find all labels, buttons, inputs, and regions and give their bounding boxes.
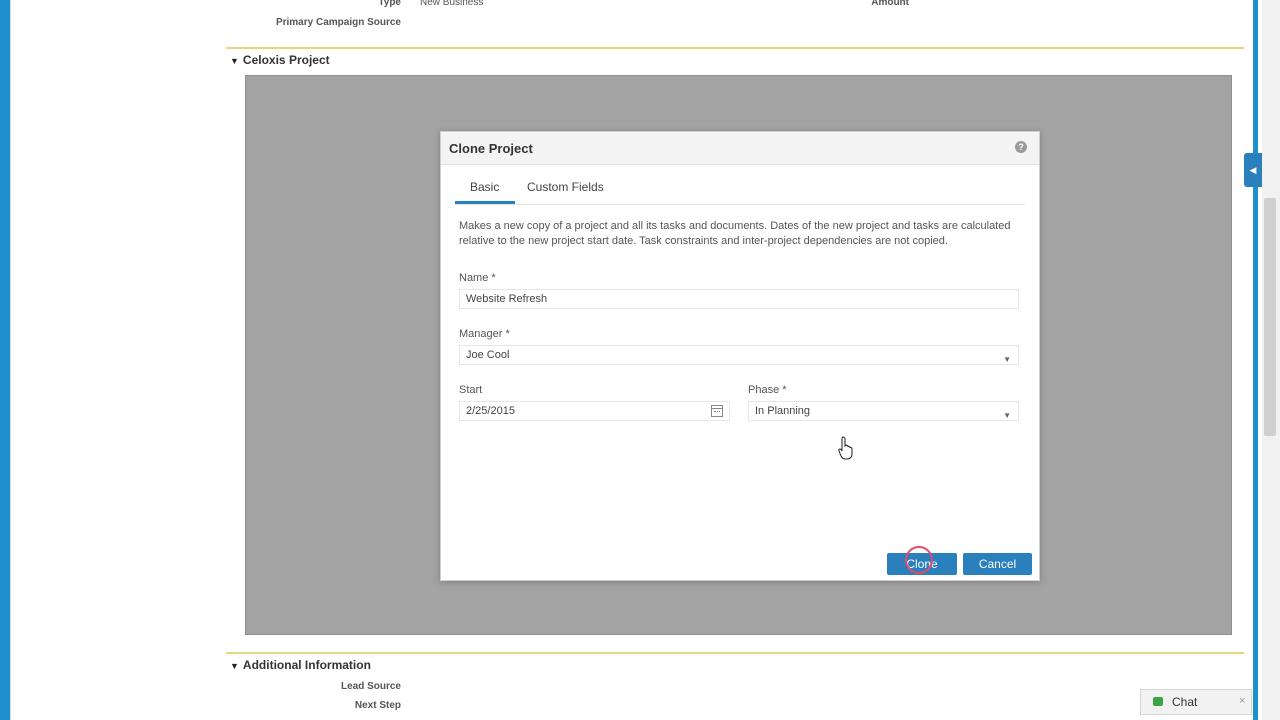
tab-custom-fields[interactable]: Custom Fields (527, 180, 604, 194)
dialog-description: Makes a new copy of a project and all it… (459, 220, 1011, 247)
amount-label: Amount (871, 0, 909, 8)
dialog-title: Clone Project (449, 141, 533, 156)
required-mark: * (505, 328, 510, 340)
manager-select[interactable]: Joe Cool ▼ (459, 345, 1019, 365)
triangle-down-icon: ▼ (230, 661, 239, 671)
left-window-border (0, 0, 10, 720)
start-date-input[interactable]: 2/25/2015 (459, 401, 730, 421)
phase-label: Phase * (748, 384, 787, 396)
type-label: Type (378, 0, 401, 8)
lead-source-label: Lead Source (340, 681, 401, 692)
calendar-icon[interactable] (711, 405, 723, 417)
tab-basic[interactable]: Basic (470, 180, 499, 194)
chat-bubble-icon (1153, 697, 1163, 706)
section-divider (226, 652, 1244, 654)
chat-widget[interactable]: Chat × (1140, 689, 1252, 715)
tabs-divider (455, 204, 1025, 205)
name-label: Name * (459, 272, 496, 284)
triangle-left-icon: ◀ (1249, 164, 1257, 175)
chevron-down-icon: ▼ (1003, 411, 1011, 420)
click-highlight-ring (905, 546, 933, 574)
additional-information-section-header[interactable]: ▼ Additional Information (230, 658, 371, 672)
start-label: Start (459, 384, 483, 396)
clone-project-dialog: Clone Project ? Basic Custom Fields Make… (440, 131, 1040, 581)
manager-value: Joe Cool (466, 349, 510, 361)
manager-label-text: Manager (459, 328, 503, 340)
chat-close-icon[interactable]: × (1239, 695, 1245, 707)
hand-cursor-icon (838, 436, 853, 460)
chevron-down-icon: ▼ (1003, 355, 1011, 364)
section-divider (226, 47, 1244, 49)
name-label-text: Name (459, 272, 489, 284)
phase-label-text: Phase (748, 384, 780, 396)
type-value: New Business (420, 0, 484, 8)
left-divider (10, 0, 11, 720)
start-date-value: 2/25/2015 (466, 405, 515, 417)
primary-campaign-source-label: Primary Campaign Source (275, 17, 401, 28)
phase-value: In Planning (755, 405, 811, 417)
manager-label: Manager * (459, 328, 510, 340)
section-title: Additional Information (242, 658, 371, 672)
triangle-down-icon: ▼ (230, 56, 239, 66)
required-mark: * (782, 384, 787, 396)
scrollbar-thumb[interactable] (1264, 198, 1276, 436)
required-mark: * (491, 272, 496, 284)
help-icon[interactable]: ? (1015, 141, 1027, 153)
right-window-border (1253, 0, 1258, 720)
chat-label: Chat (1172, 695, 1198, 709)
celoxis-project-section-header[interactable]: ▼ Celoxis Project (230, 53, 330, 67)
next-step-label: Next Step (354, 700, 401, 711)
cancel-button[interactable]: Cancel (963, 553, 1032, 575)
phase-select[interactable]: In Planning ▼ (748, 401, 1019, 421)
sidebar-toggle[interactable]: ◀ (1244, 153, 1262, 187)
section-title: Celoxis Project (242, 53, 330, 67)
name-input[interactable]: Website Refresh (459, 289, 1019, 309)
